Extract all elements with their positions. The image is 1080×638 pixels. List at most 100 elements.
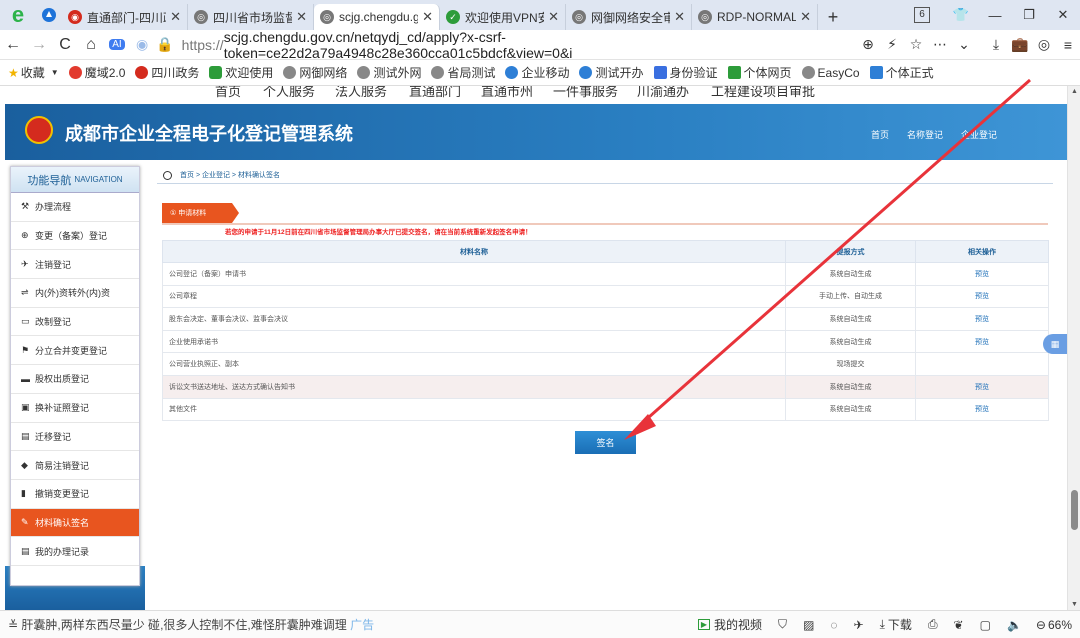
home-icon[interactable]: ⌂ <box>78 36 104 54</box>
my-video-button[interactable]: ▶ 我的视频 <box>697 616 762 633</box>
tab-2[interactable]: ◎ scjg.chengdu.g ✕ <box>314 4 440 30</box>
preview-link[interactable]: 预览 <box>915 284 1049 309</box>
topnav-link[interactable]: 首页 <box>215 86 241 100</box>
topnav-link[interactable]: 工程建设项目审批 <box>711 86 815 100</box>
chevron-down-icon[interactable]: ⌄ <box>952 36 976 53</box>
sidebar-item-relocate[interactable]: ▤ 迁移登记 <box>11 423 139 452</box>
tab-close-icon[interactable]: ✕ <box>548 9 559 25</box>
speaker-icon[interactable]: 🔈 <box>1007 618 1022 632</box>
star-icon[interactable]: ☆ <box>904 36 928 53</box>
site-info-icon[interactable]: ◉ <box>136 36 148 53</box>
more-icon[interactable]: ⋯ <box>928 36 952 53</box>
bookmark-item[interactable]: 企业移动 <box>505 64 569 81</box>
news-ticker[interactable]: ≚ 肝囊肿,两样东西尽量少 碰,很多人控制不住,难怪肝囊肿难调理 广告 <box>0 616 682 633</box>
sidebar-item-split-merge[interactable]: ⚑ 分立合并变更登记 <box>11 336 139 366</box>
sidebar-item-simple-cancel[interactable]: ◆ 简易注销登记 <box>11 451 139 480</box>
new-tab-button[interactable]: + <box>818 4 848 30</box>
shield-icon[interactable]: ⛉ <box>778 617 787 632</box>
preview-link[interactable]: 预览 <box>915 329 1049 354</box>
bookmark-item[interactable]: 个体正式 <box>869 64 934 81</box>
scroll-down-icon[interactable]: ▼ <box>1068 601 1080 608</box>
preview-link[interactable]: 预览 <box>915 262 1049 286</box>
close-window-icon[interactable]: ✕ <box>1046 7 1080 23</box>
tab-4[interactable]: ◎ 网御网络安全审 ✕ <box>566 4 692 30</box>
download-icon[interactable]: ⤓ <box>984 36 1008 53</box>
bookmark-item[interactable]: 测试开办 <box>579 64 644 81</box>
preview-link[interactable]: 预览 <box>915 397 1049 422</box>
tab-close-icon[interactable]: ✕ <box>422 9 433 25</box>
tab-count-badge[interactable]: 6 <box>914 7 930 23</box>
topnav-link[interactable]: 个人服务 <box>263 86 315 100</box>
section-divider <box>162 223 1048 225</box>
ai-icon[interactable]: AI <box>109 39 125 50</box>
sidebar-item-change[interactable]: ⊕ 变更（备案）登记 <box>11 222 139 251</box>
image-icon[interactable]: ▨ <box>803 618 814 632</box>
preview-link[interactable]: 预览 <box>915 307 1049 331</box>
scroll-thumb[interactable] <box>1071 490 1078 530</box>
tab-0[interactable]: ◉直通部门-四川政✕ <box>62 4 188 30</box>
bookmark-item[interactable]: 欢迎使用 <box>209 64 273 81</box>
topnav-link[interactable]: 直通市州 <box>481 86 533 100</box>
sidebar-item-capital-convert[interactable]: ⇌ 内(外)资转外(内)资 <box>11 279 139 308</box>
tab-close-icon[interactable]: ✕ <box>800 9 811 25</box>
breadcrumb-text[interactable]: 首页 > 企业登记 > 材料确认签名 <box>180 170 280 180</box>
bag-icon[interactable]: 💼 <box>1008 36 1032 53</box>
extension-icon[interactable]: ◎ <box>1032 36 1056 53</box>
browser-nav-icon[interactable] <box>36 0 62 30</box>
url-input[interactable]: ◉ 🔒 https://scjg.chengdu.gov.cn/netqydj_… <box>136 29 850 61</box>
bookmark-item[interactable]: 个体网页 <box>727 64 792 81</box>
header-link-home[interactable]: 首页 <box>871 128 889 141</box>
skin-icon[interactable]: 👕 <box>944 7 978 23</box>
download-button[interactable]: ⤓ 下载 <box>880 616 912 633</box>
menu-icon[interactable]: ≡ <box>1056 37 1080 53</box>
materials-table: 材料名称 提报方式 相关操作 公司登记（备案）申请书 系统自动生成 预览 公司章程手… <box>162 240 1049 422</box>
bookmark-item[interactable]: 测试外网 <box>357 64 421 81</box>
sidebar-item-license-replace[interactable]: ▣ 换补证照登记 <box>11 394 139 423</box>
bookmark-item[interactable]: 身份验证 <box>653 64 718 81</box>
minimize-icon[interactable]: — <box>978 8 1012 23</box>
bookmark-item[interactable]: 省局测试 <box>431 64 495 81</box>
bookmark-item[interactable]: 魔域2.0 <box>68 64 125 81</box>
tab-close-icon[interactable]: ✕ <box>170 9 181 25</box>
sidebar-item-equity-pledge[interactable]: ▬ 股权出质登记 <box>11 365 139 394</box>
sign-button[interactable]: 签名 <box>575 431 636 454</box>
tab-close-icon[interactable]: ✕ <box>296 9 307 25</box>
reload-icon[interactable]: C <box>52 36 78 54</box>
scroll-up-icon[interactable]: ▲ <box>1068 88 1080 95</box>
maximize-icon[interactable]: ❐ <box>1012 7 1046 23</box>
back-icon[interactable]: ← <box>0 36 26 54</box>
page-scrollbar[interactable]: ▲ ▼ <box>1067 86 1080 610</box>
zoom-control[interactable]: ⊖ 66% <box>1036 618 1072 632</box>
preview-link[interactable]: 预览 <box>915 374 1049 399</box>
print-icon[interactable]: ⎙ <box>928 617 938 632</box>
zoom-icon[interactable]: ⊕ <box>856 36 880 53</box>
sidebar-item-sign[interactable]: ✎ 材料确认签名 <box>11 508 139 538</box>
topnav-link[interactable]: 法人服务 <box>335 86 387 100</box>
header-link-company-reg[interactable]: 企业登记 <box>961 128 997 141</box>
floating-doc-icon[interactable]: ▦ <box>1043 334 1067 354</box>
bookmark-item[interactable]: EasyCo <box>801 66 860 80</box>
bookmark-item[interactable]: 四川政务 <box>135 64 199 81</box>
sidebar-item-records[interactable]: ▤ 我的办理记录 <box>11 537 139 566</box>
bookmark-favorites[interactable]: ★ 收藏 ▼ <box>8 64 59 81</box>
tab-5[interactable]: ◎ RDP-NORMAL- ✕ <box>692 4 818 30</box>
bolt-icon[interactable]: ⚡ <box>880 36 904 53</box>
tab-1[interactable]: ◎四川省市场监督管✕ <box>188 4 314 30</box>
leaf-icon[interactable]: ❦ <box>954 618 964 632</box>
bookmark-item[interactable]: 网御网络 <box>283 64 347 81</box>
sidebar-item-restructure[interactable]: ▭ 改制登记 <box>11 308 139 337</box>
mask-icon[interactable]: ◌ <box>830 618 837 632</box>
sidebar-item-process[interactable]: ⚒ 办理流程 <box>11 193 139 222</box>
window-icon[interactable]: ▢ <box>980 618 991 632</box>
rocket-icon[interactable]: ✈ <box>854 618 864 632</box>
tab-3[interactable]: ✓ 欢迎使用VPN安 ✕ <box>440 4 566 30</box>
topnav-link[interactable]: 一件事服务 <box>553 86 618 100</box>
topnav-link[interactable]: 直通部门 <box>409 86 461 100</box>
topnav-link[interactable]: 川渝通办 <box>637 86 689 100</box>
bookmark-label: 身份验证 <box>669 66 718 80</box>
sidebar-item-revoke[interactable]: ▮ 撤销变更登记 <box>11 480 139 509</box>
sidebar-item-cancel[interactable]: ✈ 注销登记 <box>11 250 139 280</box>
header-link-name-reg[interactable]: 名称登记 <box>907 128 943 141</box>
tab-close-icon[interactable]: ✕ <box>674 9 685 25</box>
forward-icon[interactable]: → <box>26 36 52 54</box>
